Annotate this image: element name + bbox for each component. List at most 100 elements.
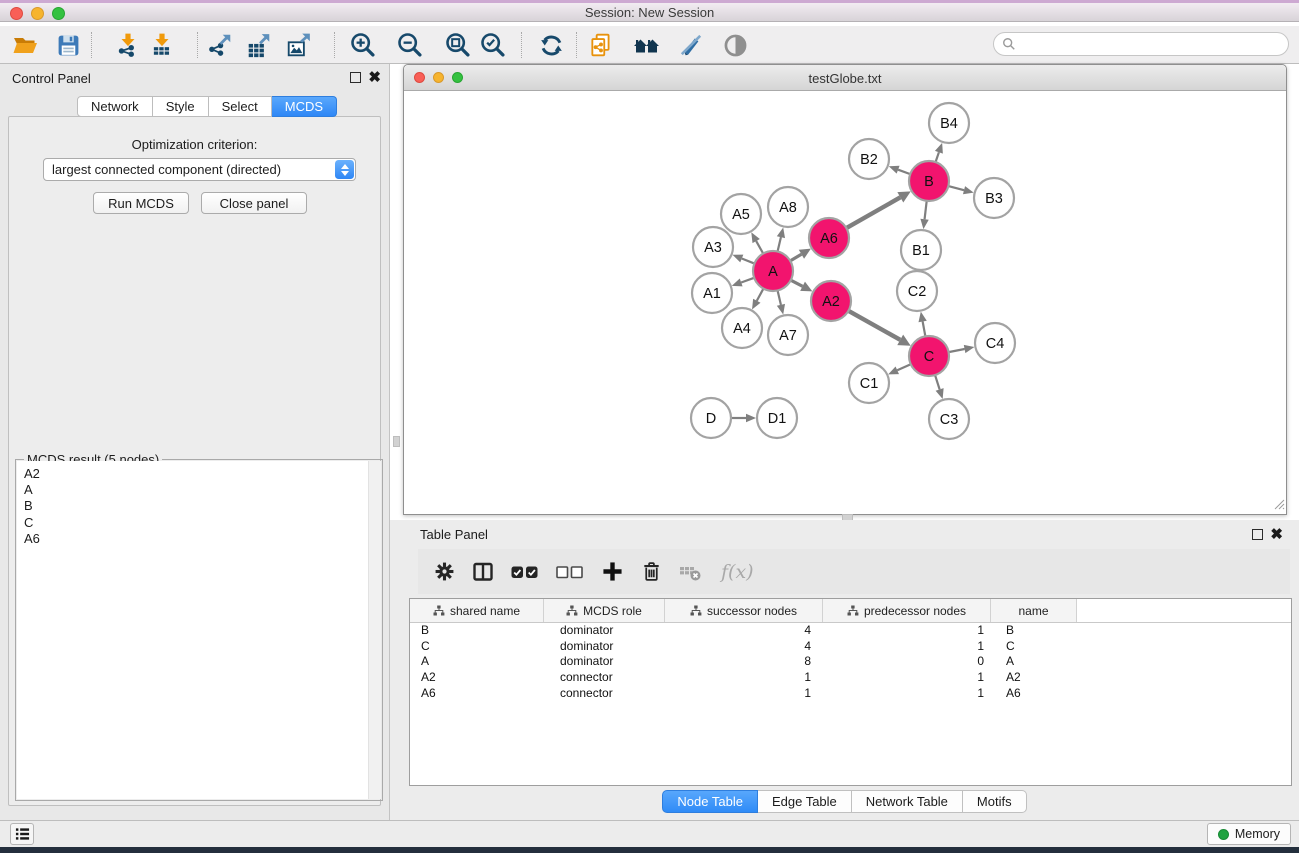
graph-node-A2[interactable]: A2 (811, 281, 851, 321)
graph-node-B3[interactable]: B3 (974, 178, 1014, 218)
tab-network-table[interactable]: Network Table (852, 790, 963, 813)
tab-style[interactable]: Style (153, 96, 209, 117)
network-canvas[interactable]: AA1A2A3A4A5A6A7A8BB1B2B3B4CC1C2C3C4DD1 (404, 91, 1286, 514)
graph-node-A1[interactable]: A1 (692, 273, 732, 313)
save-session-icon[interactable] (51, 28, 85, 62)
optimization-criterion-select[interactable]: largest connected component (directed) (43, 158, 356, 181)
graph-node-B2[interactable]: B2 (849, 139, 889, 179)
resize-grip-icon[interactable] (1272, 497, 1285, 513)
refresh-view-icon[interactable] (534, 28, 568, 62)
graph-node-C[interactable]: C (909, 336, 949, 376)
graph-node-B4[interactable]: B4 (929, 103, 969, 143)
table-cell[interactable]: B (991, 623, 1077, 639)
table-cell[interactable]: dominator (544, 623, 665, 639)
table-cell[interactable]: A (991, 654, 1077, 670)
network-window-titlebar[interactable]: testGlobe.txt (404, 65, 1286, 91)
tab-edge-table[interactable]: Edge Table (758, 790, 852, 813)
result-list-item[interactable]: A2 (24, 466, 381, 482)
table-cell[interactable]: 0 (823, 654, 991, 670)
result-list-item[interactable]: B (24, 498, 381, 514)
table-cell[interactable]: 1 (823, 639, 991, 655)
task-history-button[interactable] (10, 823, 34, 845)
delete-column-icon[interactable] (639, 560, 663, 584)
hide-labels-icon[interactable] (674, 28, 708, 62)
table-row[interactable]: A6connector11A6 (410, 686, 1291, 702)
table-cell[interactable]: A6 (410, 686, 544, 702)
function-builder-icon[interactable]: f(x) (721, 561, 754, 583)
graph-edge[interactable] (757, 289, 764, 301)
close-panel-button[interactable]: Close panel (201, 192, 307, 214)
settings-gear-icon[interactable] (432, 560, 456, 584)
graph-node-A6[interactable]: A6 (809, 218, 849, 258)
search-input[interactable] (1021, 35, 1288, 53)
graph-edge[interactable] (923, 321, 926, 336)
graph-node-D[interactable]: D (691, 398, 731, 438)
tab-mcds[interactable]: MCDS (272, 96, 337, 117)
table-cell[interactable]: 1 (823, 670, 991, 686)
column-header-successor-nodes[interactable]: successor nodes (665, 599, 823, 622)
delete-table-icon[interactable] (678, 560, 702, 584)
table-cell[interactable]: 4 (665, 639, 823, 655)
show-hide-icon[interactable] (718, 28, 752, 62)
graph-edge[interactable] (778, 237, 781, 251)
close-panel-icon[interactable]: ✖ (368, 71, 381, 84)
export-table-icon[interactable] (242, 28, 276, 62)
import-network-icon[interactable] (111, 28, 145, 62)
table-cell[interactable]: 4 (665, 623, 823, 639)
graph-edge[interactable] (756, 241, 763, 254)
graph-node-D1[interactable]: D1 (757, 398, 797, 438)
table-cell[interactable]: A2 (410, 670, 544, 686)
result-list-item[interactable]: A6 (24, 531, 381, 547)
table-cell[interactable]: dominator (544, 654, 665, 670)
zoom-fit-icon[interactable] (441, 28, 475, 62)
clone-network-icon[interactable] (584, 28, 618, 62)
table-cell[interactable]: C (410, 639, 544, 655)
table-cell[interactable]: 8 (665, 654, 823, 670)
table-row[interactable]: A2connector11A2 (410, 670, 1291, 686)
graph-edge[interactable] (948, 186, 964, 190)
table-row[interactable]: Cdominator41C (410, 639, 1291, 655)
close-table-panel-icon[interactable]: ✖ (1270, 528, 1283, 541)
tab-select[interactable]: Select (209, 96, 272, 117)
table-cell[interactable]: C (991, 639, 1077, 655)
graph-node-A7[interactable]: A7 (768, 315, 808, 355)
tab-node-table[interactable]: Node Table (662, 790, 758, 813)
table-cell[interactable]: connector (544, 686, 665, 702)
column-header-MCDS-role[interactable]: MCDS role (544, 599, 665, 622)
select-all-icon[interactable] (510, 560, 540, 584)
graph-edge[interactable] (898, 170, 910, 174)
table-cell[interactable]: connector (544, 670, 665, 686)
home-view-icon[interactable] (630, 28, 664, 62)
graph-node-C2[interactable]: C2 (897, 271, 937, 311)
float-panel-icon[interactable] (350, 72, 361, 83)
column-options-icon[interactable] (471, 560, 495, 584)
result-list-item[interactable]: A (24, 482, 381, 498)
graph-edge[interactable] (925, 201, 927, 219)
graph-edge[interactable] (897, 364, 910, 370)
graph-node-C1[interactable]: C1 (849, 363, 889, 403)
table-row[interactable]: Adominator80A (410, 654, 1291, 670)
memory-button[interactable]: Memory (1207, 823, 1291, 845)
graph-node-A5[interactable]: A5 (721, 194, 761, 234)
table-row[interactable]: Bdominator41B (410, 623, 1291, 639)
table-cell[interactable]: A6 (991, 686, 1077, 702)
graph-node-C3[interactable]: C3 (929, 399, 969, 439)
add-column-icon[interactable] (600, 560, 624, 584)
graph-edge[interactable] (741, 278, 754, 283)
table-cell[interactable]: B (410, 623, 544, 639)
export-network-icon[interactable] (203, 28, 237, 62)
graph-edge[interactable] (936, 152, 939, 162)
column-header-shared-name[interactable]: shared name (410, 599, 544, 622)
result-list-item[interactable]: C (24, 515, 381, 531)
run-mcds-button[interactable]: Run MCDS (93, 192, 189, 214)
deselect-all-icon[interactable] (555, 560, 585, 584)
graph-node-A3[interactable]: A3 (693, 227, 733, 267)
graph-edge[interactable] (846, 197, 900, 228)
graph-node-B1[interactable]: B1 (901, 230, 941, 270)
float-table-panel-icon[interactable] (1252, 529, 1263, 540)
graph-node-A4[interactable]: A4 (722, 308, 762, 348)
graph-node-A8[interactable]: A8 (768, 187, 808, 227)
graph-node-A[interactable]: A (753, 251, 793, 291)
column-header-predecessor-nodes[interactable]: predecessor nodes (823, 599, 991, 622)
graph-edge[interactable] (790, 254, 801, 261)
